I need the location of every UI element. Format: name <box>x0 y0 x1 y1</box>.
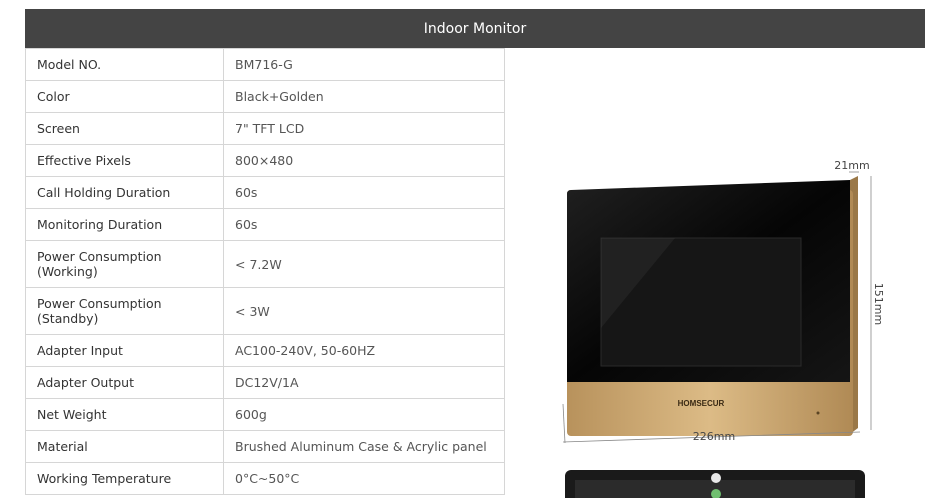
spec-value-net-weight: 600g <box>223 398 505 431</box>
width-dimension-label: 226mm <box>693 430 735 443</box>
spec-value-model: BM716-G <box>223 48 505 81</box>
spec-label-power-working: Power Consumption (Working) <box>25 240 224 288</box>
spec-label-call-holding: Call Holding Duration <box>25 176 224 209</box>
table-row: Screen 7" TFT LCD <box>25 112 505 145</box>
spec-label-temperature: Working Temperature <box>25 462 224 495</box>
table-row: Power Consumption (Standby) < 3W <box>25 287 505 335</box>
spec-label-color: Color <box>25 80 224 113</box>
section-title: Indoor Monitor <box>423 20 527 37</box>
spec-value-monitoring: 60s <box>223 208 505 241</box>
spec-label-adapter-output: Adapter Output <box>25 366 224 399</box>
spec-label-adapter-input: Adapter Input <box>25 334 224 367</box>
spec-label-material: Material <box>25 430 224 463</box>
spec-value-adapter-input: AC100-240V, 50-60HZ <box>223 334 505 367</box>
product-image: HOMSECUR 21mm 151mm 226mm <box>505 48 925 502</box>
spec-value-power-standby: < 3W <box>223 287 505 335</box>
spec-label-monitoring: Monitoring Duration <box>25 208 224 241</box>
table-row: Material Brushed Aluminum Case & Acrylic… <box>25 430 505 463</box>
spec-label-model: Model NO. <box>25 48 224 81</box>
indicator-led <box>816 411 820 415</box>
monitor-illustration: HOMSECUR 21mm 151mm 226mm <box>562 159 885 502</box>
table-row: Monitoring Duration 60s <box>25 208 505 241</box>
spec-value-material: Brushed Aluminum Case & Acrylic panel <box>223 430 505 463</box>
spec-label-pixels: Effective Pixels <box>25 144 224 177</box>
table-row: Adapter Input AC100-240V, 50-60HZ <box>25 334 505 367</box>
height-dimension-label: 151mm <box>872 283 885 325</box>
spec-value-power-working: < 7.2W <box>223 240 505 288</box>
spec-value-call-holding: 60s <box>223 176 505 209</box>
table-row: Call Holding Duration 60s <box>25 176 505 209</box>
section-header: Indoor Monitor <box>25 9 925 48</box>
spec-label-net-weight: Net Weight <box>25 398 224 431</box>
table-row: Effective Pixels 800×480 <box>25 144 505 177</box>
table-row: Color Black+Golden <box>25 80 505 113</box>
depth-dimension-label: 21mm <box>834 159 869 172</box>
table-row: Working Temperature 0°C~50°C <box>25 462 505 495</box>
spec-label-power-standby: Power Consumption (Standby) <box>25 287 224 335</box>
brand-logo: HOMSECUR <box>678 399 725 408</box>
spec-value-screen: 7" TFT LCD <box>223 112 505 145</box>
table-row: Power Consumption (Working) < 7.2W <box>25 240 505 288</box>
specs-table: Model NO. BM716-G Color Black+Golden Scr… <box>25 48 505 495</box>
spec-value-color: Black+Golden <box>223 80 505 113</box>
spec-value-pixels: 800×480 <box>223 144 505 177</box>
table-row: Model NO. BM716-G <box>25 48 505 81</box>
table-row: Adapter Output DC12V/1A <box>25 366 505 399</box>
spec-value-adapter-output: DC12V/1A <box>223 366 505 399</box>
specs-table-container: Model NO. BM716-G Color Black+Golden Scr… <box>25 48 505 495</box>
width-dimension-tick-left <box>562 403 566 444</box>
spec-label-screen: Screen <box>25 112 224 145</box>
mount-hole-icon <box>711 473 721 483</box>
table-row: Net Weight 600g <box>25 398 505 431</box>
spec-value-temperature: 0°C~50°C <box>223 462 505 495</box>
